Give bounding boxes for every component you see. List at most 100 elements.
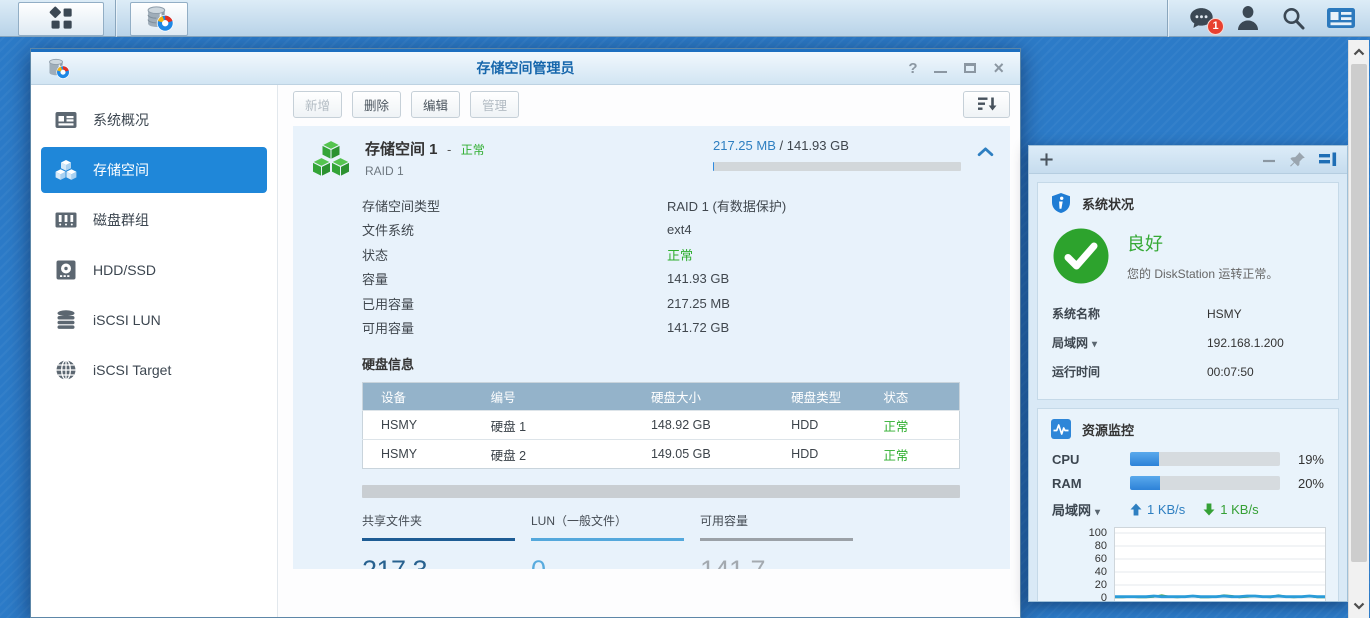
- storage-manager-taskbar-button[interactable]: [130, 2, 188, 36]
- sidebar-item-label: 系统概况: [93, 110, 149, 130]
- close-button[interactable]: ×: [993, 59, 1004, 77]
- toolbar: 新增删除编辑管理: [278, 85, 1020, 123]
- network-chart-ylabels: 100806040200: [1038, 527, 1114, 602]
- maximize-button[interactable]: [964, 63, 976, 73]
- volume-total: 141.93 GB: [787, 138, 849, 153]
- sidebar-item-iscsi-lun[interactable]: iSCSI LUN: [41, 297, 267, 343]
- disk-table: 设备编号硬盘大小硬盘类型状态 HSMY硬盘 1148.92 GBHDD正常HSM…: [362, 382, 960, 469]
- taskbar: 1: [0, 0, 1370, 37]
- info-value: 00:07:50: [1207, 365, 1254, 379]
- system-health-widget: 系统状况 良好 您的 DiskStation 运转正常。 系统名称HSMY局域网…: [1037, 182, 1339, 400]
- pilot-view-icon: [1326, 6, 1356, 30]
- ram-meter-row: RAM20%: [1038, 471, 1338, 495]
- add-widget-button[interactable]: [1039, 152, 1054, 167]
- disk-table-cell: HSMY: [363, 411, 473, 440]
- detail-row: 文件系统ext4: [362, 218, 994, 243]
- manage-button[interactable]: 管理: [470, 91, 519, 118]
- detail-label: 已用容量: [362, 294, 667, 313]
- system-info-row: 系统名称HSMY: [1038, 299, 1338, 328]
- volume-details: 存储空间类型RAID 1 (有数据保护)文件系统ext4状态正常容量141.93…: [362, 193, 994, 340]
- detail-label: 状态: [362, 245, 667, 264]
- pilot-view-button[interactable]: [1326, 6, 1356, 30]
- notifications-button[interactable]: 1: [1188, 6, 1216, 31]
- disk-group-icon: [54, 208, 78, 232]
- create-button[interactable]: 新增: [293, 91, 342, 118]
- scrollbar-thumb[interactable]: [1351, 64, 1367, 562]
- sort-button[interactable]: [963, 91, 1010, 118]
- volume-name-separator: -: [447, 142, 451, 157]
- info-label[interactable]: 局域网▾: [1052, 334, 1207, 351]
- widget-panel-header: [1029, 146, 1347, 174]
- edit-button[interactable]: 编辑: [411, 91, 460, 118]
- y-tick-label: 20: [1095, 579, 1107, 592]
- storage-manager-icon: [145, 4, 174, 33]
- meter-percent: 20%: [1298, 476, 1324, 491]
- minimize-button[interactable]: [934, 64, 947, 73]
- upload-arrow-icon: [1130, 503, 1142, 516]
- scrollbar-down-button[interactable]: [1349, 596, 1369, 616]
- stat-label: 共享文件夹: [362, 512, 515, 541]
- stat-label: LUN（一般文件）: [531, 512, 684, 541]
- resource-monitor-title: 资源监控: [1082, 420, 1134, 439]
- user-menu-button[interactable]: [1236, 5, 1260, 31]
- meter-fill: [1130, 476, 1160, 490]
- delete-button[interactable]: 删除: [352, 91, 401, 118]
- health-status-desc: 您的 DiskStation 运转正常。: [1127, 265, 1278, 282]
- pin-panel-button[interactable]: [1289, 151, 1306, 168]
- disk-table-cell: 硬盘 1: [473, 411, 633, 440]
- network-chart-plot: [1114, 527, 1326, 602]
- resource-monitor-icon: [1050, 418, 1072, 440]
- system-info-rows: 系统名称HSMY局域网▾192.168.1.200运行时间00:07:50: [1038, 295, 1338, 399]
- detail-row: 状态正常: [362, 242, 994, 267]
- system-info-row: 局域网▾192.168.1.200: [1038, 328, 1338, 357]
- volume-name: 存储空间 1: [365, 141, 438, 158]
- volume-header: 存储空间 1 - 正常 RAID 1 217.25 MB / 141.93 GB: [309, 138, 994, 182]
- hdd-icon: [54, 258, 78, 282]
- disk-table-cell: HSMY: [363, 440, 473, 469]
- sidebar-item-label: iSCSI Target: [93, 362, 171, 378]
- disk-table-row[interactable]: HSMY硬盘 2149.05 GBHDD正常: [363, 440, 960, 469]
- help-button[interactable]: ?: [908, 61, 917, 76]
- detail-label: 可用容量: [362, 318, 667, 337]
- main-menu-button[interactable]: [18, 2, 104, 36]
- volume-usage-fill: [713, 162, 714, 171]
- volume-icon: [54, 158, 78, 182]
- search-icon: [1280, 5, 1306, 31]
- meter-rows: CPU19%RAM20%: [1038, 447, 1338, 495]
- lun-icon: [54, 308, 78, 332]
- storage-manager-icon: [47, 57, 70, 80]
- search-button[interactable]: [1280, 5, 1306, 31]
- volume-status: 正常: [461, 143, 485, 157]
- disk-info-title: 硬盘信息: [362, 354, 994, 373]
- resource-monitor-widget: 资源监控 CPU19%RAM20% 局域网▾ 1 KB/s 1 KB/s 100…: [1037, 408, 1339, 602]
- volume-usage: 217.25 MB / 141.93 GB: [713, 138, 961, 171]
- sidebar-item-overview[interactable]: 系统概况: [41, 97, 267, 143]
- detail-value: 141.72 GB: [667, 320, 729, 335]
- volume-used: 217.25 MB: [713, 138, 776, 153]
- sort-icon: [976, 93, 998, 115]
- health-status-title: 良好: [1127, 230, 1278, 256]
- sidebar-item-disk-group[interactable]: 磁盘群组: [41, 197, 267, 243]
- detail-row: 可用容量141.72 GB: [362, 316, 994, 341]
- sidebar-item-volume[interactable]: 存储空间: [41, 147, 267, 193]
- sidebar-item-hdd-ssd[interactable]: HDD/SSD: [41, 247, 267, 293]
- detail-row: 容量141.93 GB: [362, 267, 994, 292]
- caret-down-icon: ▾: [1092, 339, 1097, 350]
- disk-table-header-cell: 编号: [473, 383, 633, 411]
- minimize-panel-button[interactable]: [1262, 153, 1276, 167]
- stat-value: 217.3MB: [362, 555, 515, 569]
- desktop-scrollbar[interactable]: [1348, 40, 1369, 618]
- lan-dropdown[interactable]: 局域网▾: [1052, 500, 1130, 519]
- disk-table-cell: HDD: [773, 411, 865, 440]
- taskbar-separator: [115, 0, 116, 37]
- disk-table-row[interactable]: HSMY硬盘 1148.92 GBHDD正常: [363, 411, 960, 440]
- disk-table-cell: HDD: [773, 440, 865, 469]
- panel-layout-button[interactable]: [1319, 152, 1337, 167]
- window-titlebar[interactable]: 存储空间管理员 ? ×: [31, 49, 1020, 85]
- sidebar-item-iscsi-target[interactable]: iSCSI Target: [41, 347, 267, 393]
- collapse-chevron-icon[interactable]: [977, 146, 994, 157]
- scrollbar-up-button[interactable]: [1349, 42, 1369, 62]
- detail-row: 已用容量217.25 MB: [362, 291, 994, 316]
- disk-table-cell: 正常: [865, 440, 959, 469]
- disk-table-header-cell: 硬盘大小: [633, 383, 773, 411]
